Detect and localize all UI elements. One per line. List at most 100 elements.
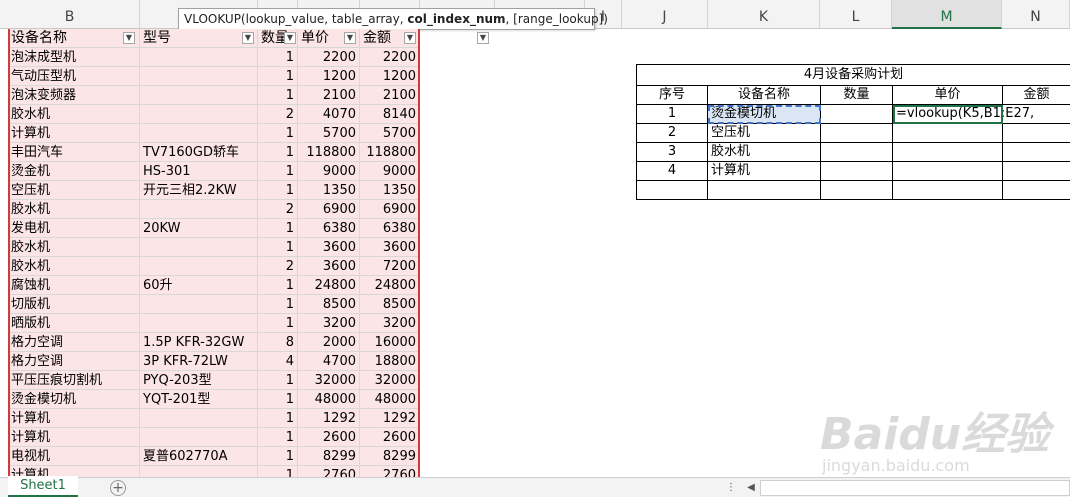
- price-cell[interactable]: 1200: [298, 67, 360, 86]
- name-cell[interactable]: 胶水机: [8, 257, 140, 276]
- plan-amount-cell[interactable]: [1003, 105, 1070, 124]
- amount-cell[interactable]: 2100: [360, 86, 420, 105]
- tooltip-arg-lookup-value[interactable]: lookup_value,: [246, 12, 332, 26]
- qty-cell[interactable]: 2: [258, 257, 298, 276]
- header-name-cell[interactable]: 设备名称 ▼: [8, 29, 140, 48]
- name-cell[interactable]: 晒版机: [8, 314, 140, 333]
- plan-header-qty[interactable]: 数量: [821, 86, 893, 105]
- qty-cell[interactable]: 4: [258, 352, 298, 371]
- model-cell[interactable]: [140, 67, 258, 86]
- price-cell[interactable]: 8299: [298, 447, 360, 466]
- name-cell[interactable]: 计算机: [8, 409, 140, 428]
- plan-name-cell[interactable]: 计算机: [708, 162, 821, 181]
- model-cell[interactable]: [140, 124, 258, 143]
- plan-price-cell[interactable]: [893, 162, 1003, 181]
- plan-qty-cell[interactable]: [821, 162, 893, 181]
- price-cell[interactable]: 3200: [298, 314, 360, 333]
- amount-cell[interactable]: 7200: [360, 257, 420, 276]
- name-cell[interactable]: 计算机: [8, 428, 140, 447]
- header-amount-cell[interactable]: 金额 ▼: [360, 29, 420, 48]
- model-cell[interactable]: PYQ-203型: [140, 371, 258, 390]
- plan-seq-cell[interactable]: 4: [636, 162, 708, 181]
- filter-dropdown-icon[interactable]: ▼: [404, 32, 416, 44]
- plan-seq-cell[interactable]: [636, 181, 708, 200]
- sheet-tab-sheet1[interactable]: Sheet1: [8, 476, 78, 497]
- model-cell[interactable]: [140, 295, 258, 314]
- amount-cell[interactable]: 6380: [360, 219, 420, 238]
- qty-cell[interactable]: 1: [258, 67, 298, 86]
- name-cell[interactable]: 胶水机: [8, 238, 140, 257]
- column-header-j[interactable]: J: [622, 0, 708, 29]
- price-cell[interactable]: 5700: [298, 124, 360, 143]
- filter-dropdown-icon[interactable]: ▼: [242, 32, 254, 44]
- qty-cell[interactable]: 8: [258, 333, 298, 352]
- model-cell[interactable]: 3P KFR-72LW: [140, 352, 258, 371]
- amount-cell[interactable]: 8299: [360, 447, 420, 466]
- name-cell[interactable]: 空压机: [8, 181, 140, 200]
- amount-cell[interactable]: 2200: [360, 48, 420, 67]
- model-cell[interactable]: HS-301: [140, 162, 258, 181]
- price-cell[interactable]: 1350: [298, 181, 360, 200]
- amount-cell[interactable]: 5700: [360, 124, 420, 143]
- qty-cell[interactable]: 1: [258, 428, 298, 447]
- plan-qty-cell[interactable]: [821, 143, 893, 162]
- name-cell[interactable]: 切版机: [8, 295, 140, 314]
- qty-cell[interactable]: 1: [258, 181, 298, 200]
- filter-dropdown-icon[interactable]: ▼: [123, 32, 135, 44]
- amount-cell[interactable]: 3200: [360, 314, 420, 333]
- model-cell[interactable]: [140, 257, 258, 276]
- amount-cell[interactable]: 16000: [360, 333, 420, 352]
- name-cell[interactable]: 胶水机: [8, 200, 140, 219]
- plan-amount-cell[interactable]: [1003, 181, 1070, 200]
- price-cell[interactable]: 48000: [298, 390, 360, 409]
- model-cell[interactable]: YQT-201型: [140, 390, 258, 409]
- name-cell[interactable]: 泡沫变频器: [8, 86, 140, 105]
- header-qty-cell[interactable]: 数量 ▼: [258, 29, 298, 48]
- amount-cell[interactable]: 8140: [360, 105, 420, 124]
- amount-cell[interactable]: 9000: [360, 162, 420, 181]
- model-cell[interactable]: [140, 409, 258, 428]
- scroll-left-arrow-icon[interactable]: ◀: [744, 480, 758, 496]
- column-header-l[interactable]: L: [820, 0, 892, 29]
- plan-seq-cell[interactable]: 2: [636, 124, 708, 143]
- plan-price-cell[interactable]: [893, 181, 1003, 200]
- plan-amount-cell[interactable]: [1003, 124, 1070, 143]
- name-cell[interactable]: 计算机: [8, 124, 140, 143]
- name-cell[interactable]: 腐蚀机: [8, 276, 140, 295]
- header-price-cell[interactable]: 单价 ▼: [298, 29, 360, 48]
- plan-name-cell[interactable]: 空压机: [708, 124, 821, 143]
- qty-cell[interactable]: 1: [258, 390, 298, 409]
- model-cell[interactable]: [140, 105, 258, 124]
- filter-dropdown-icon[interactable]: ▼: [344, 32, 356, 44]
- amount-cell[interactable]: 1200: [360, 67, 420, 86]
- scroll-left-icon[interactable]: ⋮: [724, 480, 738, 496]
- qty-cell[interactable]: 1: [258, 238, 298, 257]
- column-header-m[interactable]: M: [892, 0, 1002, 29]
- plan-name-cell[interactable]: [708, 181, 821, 200]
- plan-amount-cell[interactable]: [1003, 143, 1070, 162]
- plan-header-price[interactable]: 单价: [893, 86, 1003, 105]
- price-cell[interactable]: 6900: [298, 200, 360, 219]
- name-cell[interactable]: 泡沫成型机: [8, 48, 140, 67]
- qty-cell[interactable]: 1: [258, 371, 298, 390]
- plan-header-amount[interactable]: 金额: [1003, 86, 1070, 105]
- name-cell[interactable]: 格力空调: [8, 333, 140, 352]
- price-cell[interactable]: 9000: [298, 162, 360, 181]
- plan-header-name[interactable]: 设备名称: [708, 86, 821, 105]
- name-cell[interactable]: 发电机: [8, 219, 140, 238]
- header-model-cell[interactable]: 型号 ▼: [140, 29, 258, 48]
- price-cell[interactable]: 3600: [298, 257, 360, 276]
- qty-cell[interactable]: 1: [258, 124, 298, 143]
- model-cell[interactable]: [140, 428, 258, 447]
- name-cell[interactable]: 格力空调: [8, 352, 140, 371]
- model-cell[interactable]: 20KW: [140, 219, 258, 238]
- qty-cell[interactable]: 1: [258, 162, 298, 181]
- qty-cell[interactable]: 1: [258, 143, 298, 162]
- plan-qty-cell[interactable]: [821, 181, 893, 200]
- plan-seq-cell[interactable]: 1: [636, 105, 708, 124]
- add-sheet-button[interactable]: +: [110, 480, 126, 496]
- name-cell[interactable]: 烫金模切机: [8, 390, 140, 409]
- formula-cell[interactable]: =vlookup(K5,B1:E27,: [893, 105, 1034, 124]
- amount-cell[interactable]: 1292: [360, 409, 420, 428]
- column-header-b[interactable]: B: [0, 0, 140, 29]
